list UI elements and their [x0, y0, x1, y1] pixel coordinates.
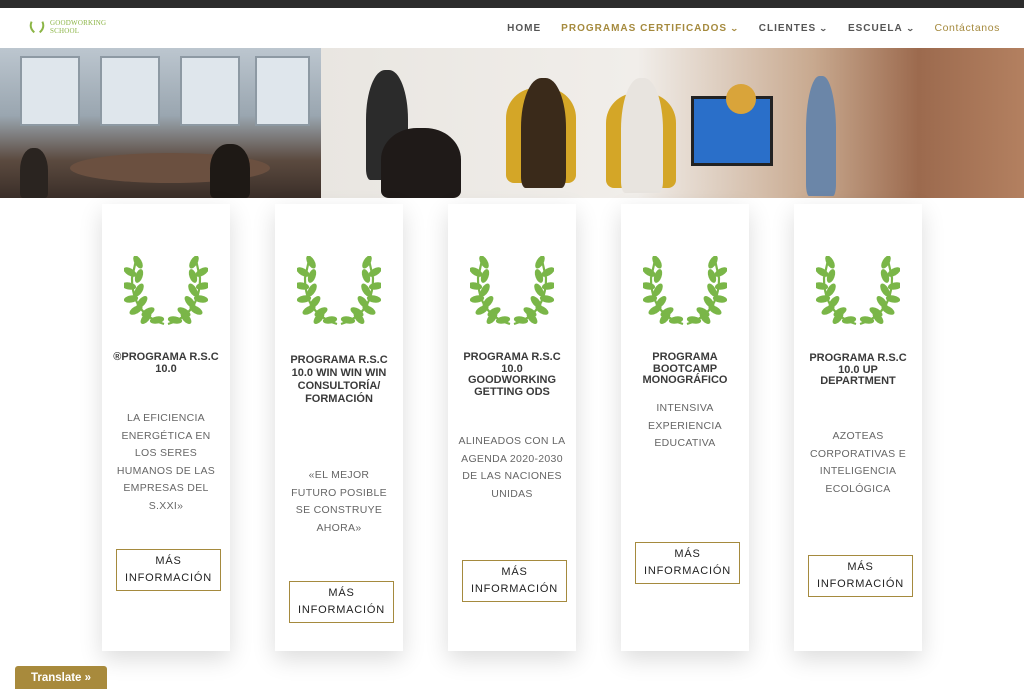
programs-section: ®PROGRAMA R.S.C 10.0 LA EFICIENCIA ENERG…	[0, 198, 1024, 689]
chevron-down-icon: ⌄	[819, 23, 830, 33]
person	[20, 148, 48, 198]
nav-escuela-label: ESCUELA	[847, 22, 903, 34]
person	[381, 128, 461, 198]
nav-programas-label: PROGRAMAS CERTIFICADOS	[561, 22, 728, 34]
site-logo[interactable]: GOODWORKING SCHOOL	[28, 18, 106, 36]
hero-photo-panel-talk	[321, 48, 1024, 198]
main-menu: HOME PROGRAMAS CERTIFICADOS ⌄ CLIENTES ⌄ E…	[507, 22, 1000, 34]
laurel-logo-icon	[29, 21, 45, 34]
card-title: PROGRAMA BOOTCAMP MONOGRÁFICO	[642, 351, 728, 386]
card-description: «EL MEJOR FUTURO POSIBLE SE CONSTRUYE AH…	[291, 469, 387, 534]
program-card: PROGRAMA R.S.C 10.0 UP DEPARTMENT AZOTEA…	[794, 204, 922, 651]
window	[180, 56, 240, 126]
header-nav: GOODWORKING SCHOOL HOME PROGRAMAS CERTIF…	[0, 8, 1024, 48]
nav-escuela[interactable]: ESCUELA ⌄	[848, 23, 915, 34]
program-card: ®PROGRAMA R.S.C 10.0 LA EFICIENCIA ENERG…	[102, 204, 230, 651]
nav-home-label: HOME	[507, 22, 542, 34]
person	[210, 144, 250, 198]
window	[255, 56, 310, 126]
chevron-down-icon: ⌄	[729, 23, 740, 33]
nav-programas-certificados[interactable]: PROGRAMAS CERTIFICADOS ⌄	[561, 23, 739, 34]
card-title: PROGRAMA R.S.C 10.0 UP DEPARTMENT	[809, 352, 907, 387]
person	[806, 76, 836, 196]
laurel-wreath-icon	[297, 256, 381, 326]
more-info-button[interactable]: MÁS INFORMACIÓN	[116, 549, 221, 591]
nav-contactanos[interactable]: Contáctanos	[934, 22, 1000, 34]
nav-home[interactable]: HOME	[507, 23, 541, 34]
top-bar	[0, 0, 1024, 8]
translate-button[interactable]: Translate »	[15, 666, 107, 689]
more-info-button[interactable]: MÁS INFORMACIÓN	[289, 581, 394, 623]
lamp	[726, 84, 756, 114]
program-card: PROGRAMA R.S.C 10.0 WIN WIN WIN CONSULTO…	[275, 204, 403, 651]
window	[20, 56, 80, 126]
nav-clientes-label: CLIENTES	[758, 22, 817, 34]
laurel-wreath-icon	[816, 256, 900, 326]
hero-banner-image	[0, 48, 1024, 198]
person	[621, 78, 663, 193]
program-card: PROGRAMA R.S.C 10.0 GOODWORKING GETTING …	[448, 204, 576, 651]
hero-photo-meeting-room	[0, 48, 321, 198]
logo-line-1: GOODWORKING	[50, 19, 107, 27]
window	[100, 56, 160, 126]
card-description: ALINEADOS CON LA AGENDA 2020-2030 DE LAS…	[458, 435, 566, 500]
laurel-wreath-icon	[124, 256, 208, 326]
laurel-wreath-icon	[643, 256, 727, 326]
card-description: AZOTEAS CORPORATIVAS E INTELIGENCIA ECOL…	[810, 430, 906, 495]
card-description: LA EFICIENCIA ENERGÉTICA EN LOS SERES HU…	[116, 412, 216, 512]
logo-line-2: SCHOOL	[50, 27, 80, 35]
program-card: PROGRAMA BOOTCAMP MONOGRÁFICO INTENSIVA …	[621, 204, 749, 651]
nav-clientes[interactable]: CLIENTES ⌄	[759, 23, 828, 34]
laurel-wreath-icon	[470, 256, 554, 326]
card-title: PROGRAMA R.S.C 10.0 WIN WIN WIN CONSULTO…	[290, 354, 388, 405]
more-info-button[interactable]: MÁS INFORMACIÓN	[462, 560, 567, 602]
chevron-down-icon: ⌄	[905, 23, 916, 33]
more-info-button[interactable]: MÁS INFORMACIÓN	[635, 542, 740, 584]
nav-contactanos-label: Contáctanos	[934, 22, 1000, 34]
card-title: PROGRAMA R.S.C 10.0 GOODWORKING GETTING …	[463, 351, 561, 398]
card-title: ®PROGRAMA R.S.C 10.0	[113, 351, 219, 375]
person	[521, 78, 566, 188]
card-description: INTENSIVA EXPERIENCIA EDUCATIVA	[648, 402, 722, 449]
more-info-button[interactable]: MÁS INFORMACIÓN	[808, 555, 913, 597]
